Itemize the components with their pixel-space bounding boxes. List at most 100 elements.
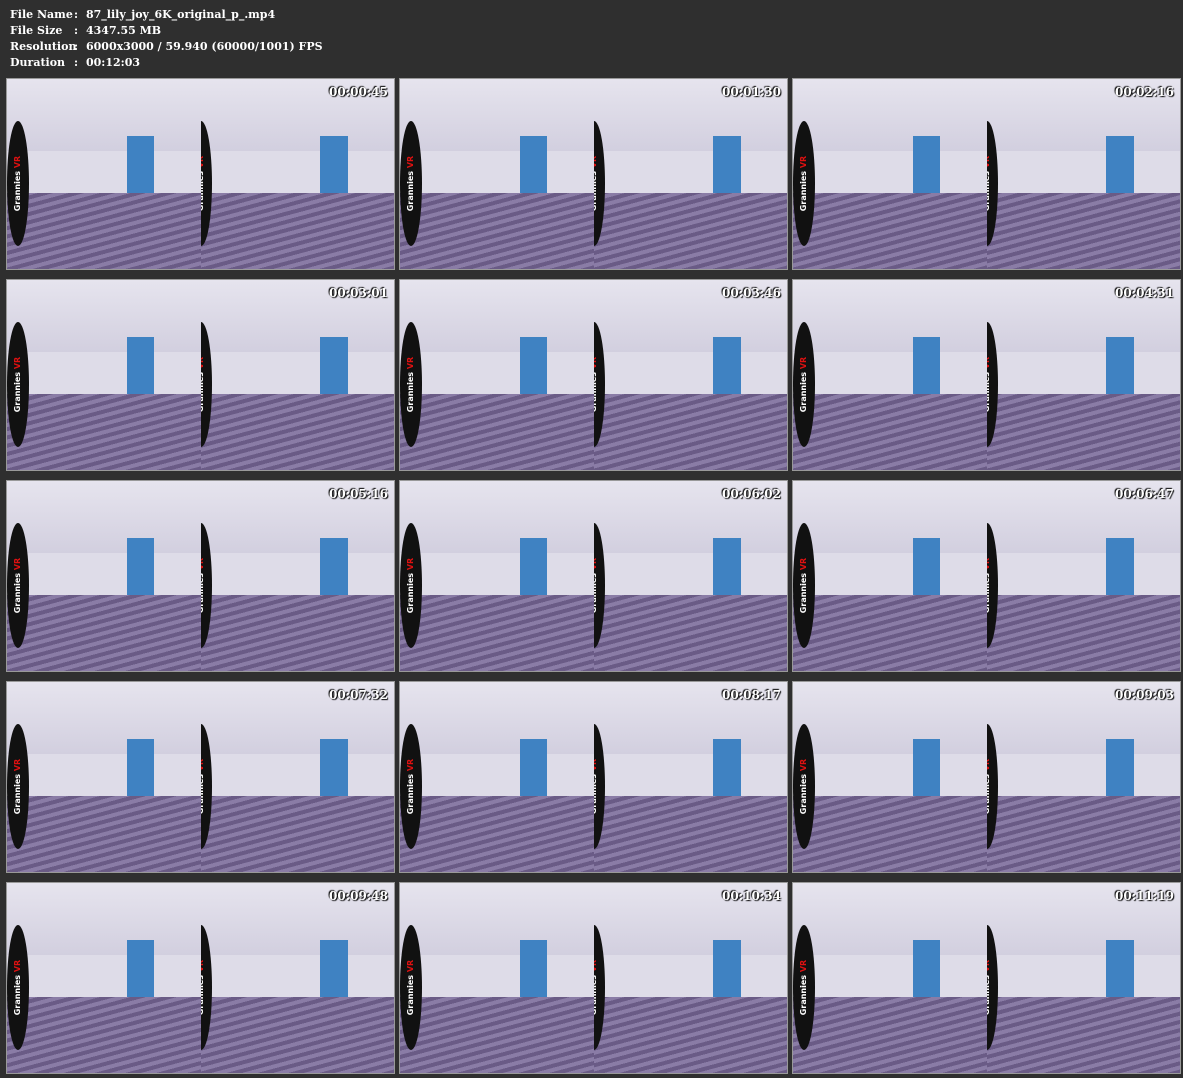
stereo-view: Grannies VR xyxy=(7,481,201,671)
watermark-text: Grannies VR xyxy=(200,155,206,212)
ceiling xyxy=(400,79,594,152)
stereo-view: Grannies VR xyxy=(7,79,201,269)
watermark-text: Grannies VR xyxy=(986,155,992,212)
stereo-view: Grannies VR xyxy=(793,883,987,1073)
video-thumbnail[interactable]: Grannies VR Grannies VR 00:04:31 xyxy=(792,279,1181,471)
ceiling xyxy=(7,481,201,554)
video-thumbnail[interactable]: Grannies VR Grannies VR 00:06:02 xyxy=(399,480,788,672)
stereo-view: Grannies VR xyxy=(986,280,1180,470)
info-separator: : xyxy=(74,40,79,53)
stereo-view: Grannies VR xyxy=(986,883,1180,1073)
stereo-view: Grannies VR xyxy=(793,79,987,269)
bed xyxy=(200,193,394,269)
watermark-text: Grannies VR xyxy=(986,959,992,1016)
info-separator: : xyxy=(74,24,79,37)
info-separator: : xyxy=(74,56,79,69)
watermark-text: Grannies VR xyxy=(13,758,23,815)
video-thumbnail[interactable]: Grannies VR Grannies VR 00:09:48 xyxy=(6,882,395,1074)
watermark-text: Grannies VR xyxy=(986,758,992,815)
ceiling xyxy=(400,481,594,554)
video-thumbnail[interactable]: Grannies VR Grannies VR 00:07:32 xyxy=(6,681,395,873)
bed xyxy=(986,997,1180,1073)
watermark-text: Grannies VR xyxy=(986,557,992,614)
watermark-text: Grannies VR xyxy=(13,557,23,614)
file-info: File Name:87_lily_joy_6K_original_p_.mp4… xyxy=(10,7,323,71)
info-label: File Name xyxy=(10,8,73,21)
stereo-view: Grannies VR xyxy=(986,682,1180,872)
stereo-view: Grannies VR xyxy=(7,280,201,470)
thumbnail-timestamp: 00:04:31 xyxy=(1115,286,1174,300)
bed xyxy=(400,997,594,1073)
watermark-logo: Grannies VR xyxy=(793,924,815,1051)
watermark-text: Grannies VR xyxy=(13,959,23,1016)
stereo-view: Grannies VR xyxy=(7,682,201,872)
info-row: File Size:4347.55 MB xyxy=(10,23,323,39)
stereo-view: Grannies VR xyxy=(400,883,594,1073)
ceiling xyxy=(793,280,987,353)
video-thumbnail[interactable]: Grannies VR Grannies VR 00:08:17 xyxy=(399,681,788,873)
bed xyxy=(793,193,987,269)
watermark-text: Grannies VR xyxy=(593,758,599,815)
watermark-text: Grannies VR xyxy=(406,155,416,212)
ceiling xyxy=(793,481,987,554)
bed xyxy=(7,997,201,1073)
watermark-text: Grannies VR xyxy=(200,959,206,1016)
watermark-logo: Grannies VR xyxy=(400,120,422,247)
bed xyxy=(986,193,1180,269)
stereo-view: Grannies VR xyxy=(400,481,594,671)
watermark-text: Grannies VR xyxy=(799,557,809,614)
video-thumbnail[interactable]: Grannies VR Grannies VR 00:03:46 xyxy=(399,279,788,471)
watermark-text: Grannies VR xyxy=(200,356,206,413)
watermark-text: Grannies VR xyxy=(593,356,599,413)
video-thumbnail[interactable]: Grannies VR Grannies VR 00:06:47 xyxy=(792,480,1181,672)
thumbnail-timestamp: 00:01:30 xyxy=(722,85,781,99)
video-thumbnail[interactable]: Grannies VR Grannies VR 00:01:30 xyxy=(399,78,788,270)
watermark-text: Grannies VR xyxy=(13,155,23,212)
bed xyxy=(200,394,394,470)
watermark-logo: Grannies VR xyxy=(7,924,29,1051)
bed xyxy=(593,796,787,872)
stereo-view: Grannies VR xyxy=(593,883,787,1073)
info-label: File Size xyxy=(10,24,63,37)
stereo-view: Grannies VR xyxy=(793,682,987,872)
stereo-view: Grannies VR xyxy=(986,79,1180,269)
video-thumbnail[interactable]: Grannies VR Grannies VR 00:09:03 xyxy=(792,681,1181,873)
video-thumbnail[interactable]: Grannies VR Grannies VR 00:02:16 xyxy=(792,78,1181,270)
watermark-logo: Grannies VR xyxy=(793,120,815,247)
video-thumbnail[interactable]: Grannies VR Grannies VR 00:05:16 xyxy=(6,480,395,672)
stereo-view: Grannies VR xyxy=(200,280,394,470)
watermark-text: Grannies VR xyxy=(593,155,599,212)
ceiling xyxy=(793,883,987,956)
watermark-text: Grannies VR xyxy=(406,959,416,1016)
info-value: 6000x3000 / 59.940 (60000/1001) FPS xyxy=(86,40,323,53)
bed xyxy=(200,997,394,1073)
watermark-logo: Grannies VR xyxy=(7,120,29,247)
bed xyxy=(986,796,1180,872)
info-value: 4347.55 MB xyxy=(86,24,162,37)
thumbnail-timestamp: 00:09:03 xyxy=(1115,688,1174,702)
video-thumbnail[interactable]: Grannies VR Grannies VR 00:10:34 xyxy=(399,882,788,1074)
info-row: Duration:00:12:03 xyxy=(10,55,323,71)
thumbnail-timestamp: 00:06:02 xyxy=(722,487,781,501)
thumbnail-timestamp: 00:06:47 xyxy=(1115,487,1174,501)
thumbnail-grid: Grannies VR Grannies VR 00:00:45 Grannies V… xyxy=(6,78,1181,1074)
stereo-view: Grannies VR xyxy=(793,481,987,671)
watermark-logo: Grannies VR xyxy=(793,321,815,448)
info-value: 87_lily_joy_6K_original_p_.mp4 xyxy=(86,8,276,21)
video-thumbnail[interactable]: Grannies VR Grannies VR 00:03:01 xyxy=(6,279,395,471)
bed xyxy=(793,394,987,470)
watermark-text: Grannies VR xyxy=(200,557,206,614)
thumbnail-timestamp: 00:00:45 xyxy=(329,85,388,99)
video-thumbnail[interactable]: Grannies VR Grannies VR 00:00:45 xyxy=(6,78,395,270)
stereo-view: Grannies VR xyxy=(593,481,787,671)
watermark-logo: Grannies VR xyxy=(793,522,815,649)
watermark-logo: Grannies VR xyxy=(400,924,422,1051)
bed xyxy=(793,595,987,671)
bed xyxy=(793,997,987,1073)
bed xyxy=(400,394,594,470)
thumbnail-timestamp: 00:07:32 xyxy=(329,688,388,702)
video-thumbnail[interactable]: Grannies VR Grannies VR 00:11:19 xyxy=(792,882,1181,1074)
watermark-logo: Grannies VR xyxy=(400,723,422,850)
watermark-text: Grannies VR xyxy=(406,758,416,815)
watermark-text: Grannies VR xyxy=(200,758,206,815)
